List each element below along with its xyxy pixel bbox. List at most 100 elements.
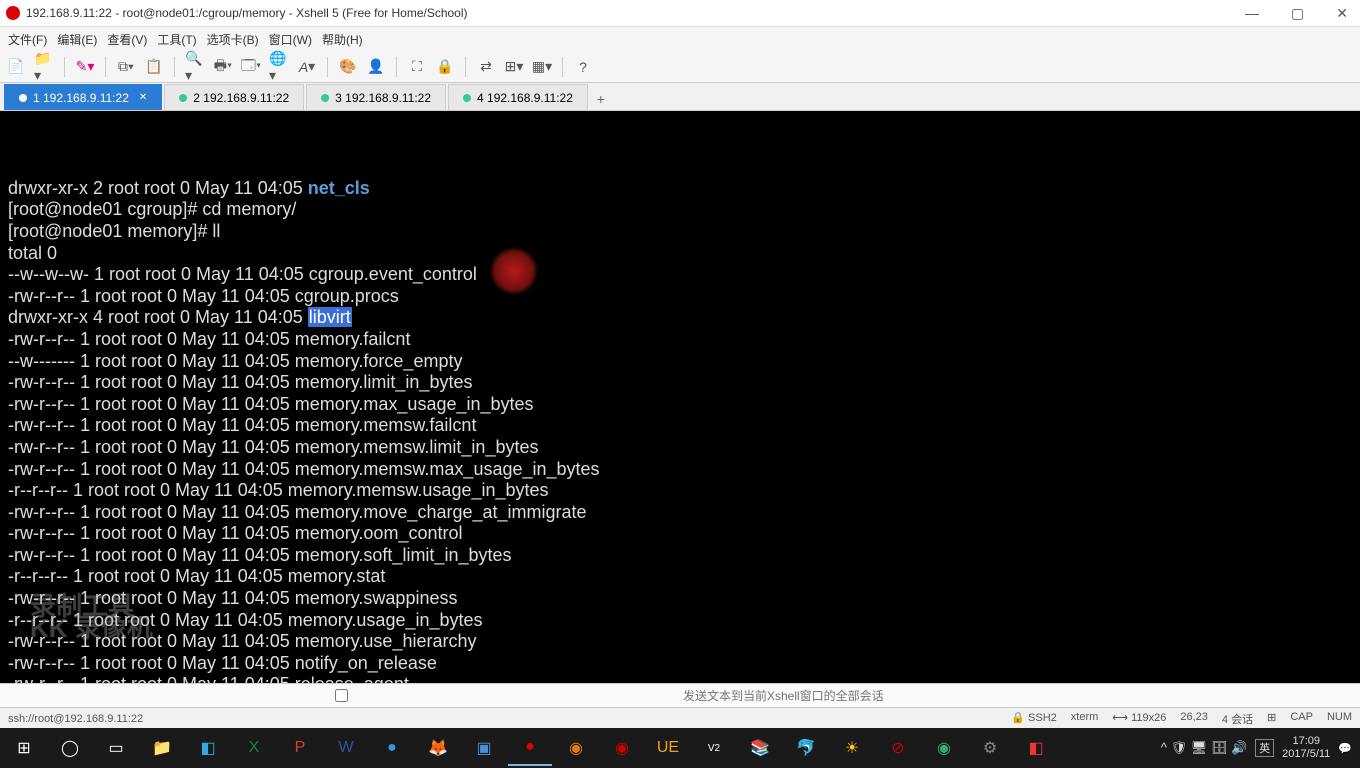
app-icon-1[interactable]: ◧ xyxy=(186,730,230,766)
xshell-taskbar-icon[interactable]: ● xyxy=(508,730,552,766)
terminal-line: -r--r--r-- 1 root root 0 May 11 04:05 me… xyxy=(8,610,1352,632)
broadcast-input[interactable] xyxy=(683,689,1354,703)
terminal-line: -rw-r--r-- 1 root root 0 May 11 04:05 me… xyxy=(8,415,1352,437)
tab-session-1[interactable]: 1 192.168.9.11:22✕ xyxy=(4,84,162,110)
menu-window[interactable]: 窗口(W) xyxy=(265,30,316,49)
status-sessions: 4 会话 xyxy=(1222,711,1253,727)
maximize-button[interactable]: ▢ xyxy=(1285,5,1310,22)
start-button[interactable]: ⊞ xyxy=(2,730,46,766)
tab-session-3[interactable]: 3 192.168.9.11:22 xyxy=(306,84,446,110)
app-icon-10[interactable]: ⚙ xyxy=(968,730,1012,766)
app-icon-3[interactable]: ◉ xyxy=(554,730,598,766)
app-icon-4[interactable]: ◉ xyxy=(600,730,644,766)
globe-icon[interactable]: 🌐▾ xyxy=(269,57,289,77)
terminal-line: -rw-r--r-- 1 root root 0 May 11 04:05 no… xyxy=(8,653,1352,675)
menubar: 文件(F) 编辑(E) 查看(V) 工具(T) 选项卡(B) 窗口(W) 帮助(… xyxy=(0,27,1360,51)
terminal-line: -rw-r--r-- 1 root root 0 May 11 04:05 me… xyxy=(8,329,1352,351)
file-name: memory.use_hierarchy xyxy=(295,631,477,651)
firefox-icon[interactable]: 🦊 xyxy=(416,730,460,766)
terminal-line: -rw-r--r-- 1 root root 0 May 11 04:05 me… xyxy=(8,372,1352,394)
cortana-icon[interactable]: ◯ xyxy=(48,730,92,766)
tray-notifications-icon[interactable]: 💬 xyxy=(1338,742,1352,755)
menu-tools[interactable]: 工具(T) xyxy=(153,30,200,49)
menu-view[interactable]: 查看(V) xyxy=(103,30,151,49)
app-icon-11[interactable]: ◧ xyxy=(1014,730,1058,766)
status-dot-icon xyxy=(463,94,471,102)
excel-icon[interactable]: X xyxy=(232,730,276,766)
minimize-button[interactable]: — xyxy=(1239,5,1265,22)
new-session-icon[interactable]: 📄 xyxy=(6,57,26,77)
reconnect-icon[interactable]: ✎▾ xyxy=(75,57,95,77)
word-icon[interactable]: W xyxy=(324,730,368,766)
fullscreen-icon[interactable]: ⛶ xyxy=(407,57,427,77)
tab-session-4[interactable]: 4 192.168.9.11:22 xyxy=(448,84,588,110)
log-icon[interactable]: ⊞▾ xyxy=(504,57,524,77)
menu-help[interactable]: 帮助(H) xyxy=(318,30,367,49)
tab-label: 2 192.168.9.11:22 xyxy=(193,91,289,105)
file-name: memory.memsw.usage_in_bytes xyxy=(288,480,549,500)
taskview-icon[interactable]: ▭ xyxy=(94,730,138,766)
vnc-icon[interactable]: V2 xyxy=(692,730,736,766)
tray-clock[interactable]: 17:092017/5/11 xyxy=(1282,735,1330,761)
file-name: memory.limit_in_bytes xyxy=(295,372,473,392)
status-bar: ssh://root@192.168.9.11:22 🔒 SSH2 xterm … xyxy=(0,707,1360,729)
file-name: memory.memsw.failcnt xyxy=(295,415,477,435)
file-name: memory.failcnt xyxy=(295,329,411,349)
terminal[interactable]: 录制工具KK 录像机 drwxr-xr-x 2 root root 0 May … xyxy=(0,111,1360,683)
terminal-line: -rw-r--r-- 1 root root 0 May 11 04:05 cg… xyxy=(8,286,1352,308)
file-name: memory.usage_in_bytes xyxy=(288,610,483,630)
print-icon[interactable]: 🖶▾ xyxy=(213,57,233,77)
tab-close-icon[interactable]: ✕ xyxy=(139,92,147,103)
file-name: memory.move_charge_at_immigrate xyxy=(295,502,587,522)
tab-add-button[interactable]: + xyxy=(590,88,612,110)
broadcast-checkbox[interactable] xyxy=(6,689,677,702)
status-host: ssh://root@192.168.9.11:22 xyxy=(8,713,143,725)
terminal-line: -r--r--r-- 1 root root 0 May 11 04:05 me… xyxy=(8,480,1352,502)
open-icon[interactable]: 📁▾ xyxy=(34,57,54,77)
transfer-icon[interactable]: ⇄ xyxy=(476,57,496,77)
paste-icon[interactable]: 📋 xyxy=(144,57,164,77)
app-icon-6[interactable]: 🐬 xyxy=(784,730,828,766)
menu-file[interactable]: 文件(F) xyxy=(4,30,51,49)
file-name: memory.swappiness xyxy=(295,588,458,608)
app-icon-9[interactable]: ◉ xyxy=(922,730,966,766)
file-name: cgroup.event_control xyxy=(309,264,477,284)
app-icon-2[interactable]: ● xyxy=(370,730,414,766)
color-icon[interactable]: 🎨 xyxy=(338,57,358,77)
status-ssh: 🔒 SSH2 xyxy=(1011,711,1057,727)
status-dot-icon xyxy=(19,94,27,102)
tab-session-2[interactable]: 2 192.168.9.11:22 xyxy=(164,84,304,110)
status-dot-icon xyxy=(179,94,187,102)
app-icon-8[interactable]: ⊘ xyxy=(876,730,920,766)
ue-icon[interactable]: UE xyxy=(646,730,690,766)
copy-icon[interactable]: ⧉▾ xyxy=(116,57,136,77)
file-name: notify_on_release xyxy=(295,653,437,673)
status-cursor: 26,23 xyxy=(1180,711,1208,727)
tray-ime[interactable]: 英 xyxy=(1255,739,1274,757)
window-title: 192.168.9.11:22 - root@node01:/cgroup/me… xyxy=(26,6,1239,20)
terminal-line: -rw-r--r-- 1 root root 0 May 11 04:05 re… xyxy=(8,674,1352,683)
explorer-icon[interactable]: 📁 xyxy=(140,730,184,766)
tab-bar: 1 192.168.9.11:22✕ 2 192.168.9.11:22 3 192… xyxy=(0,83,1360,111)
toolbar: 📄 📁▾ ✎▾ ⧉▾ 📋 🔍▾ 🖶▾ 🗔▾ 🌐▾ A▾ 🎨 👤 ⛶ 🔒 ⇄ ⊞▾… xyxy=(0,51,1360,83)
font-icon[interactable]: A▾ xyxy=(297,57,317,77)
file-name: memory.memsw.limit_in_bytes xyxy=(295,437,539,457)
properties-icon[interactable]: 🗔▾ xyxy=(241,57,261,77)
file-name: net_cls xyxy=(308,178,370,198)
user-icon[interactable]: 👤 xyxy=(366,57,386,77)
menu-edit[interactable]: 编辑(E) xyxy=(53,30,101,49)
tray-icons[interactable]: ^ 🛡 🖥 🗄 🔊 xyxy=(1161,740,1247,756)
file-name: memory.oom_control xyxy=(295,523,463,543)
find-icon[interactable]: 🔍▾ xyxy=(185,57,205,77)
close-button[interactable]: ✕ xyxy=(1330,5,1354,22)
file-name: memory.force_empty xyxy=(295,351,463,371)
menu-tab[interactable]: 选项卡(B) xyxy=(203,30,263,49)
powerpoint-icon[interactable]: P xyxy=(278,730,322,766)
app-icon-7[interactable]: ☀ xyxy=(830,730,874,766)
lock-icon[interactable]: 🔒 xyxy=(435,57,455,77)
terminal-line: -rw-r--r-- 1 root root 0 May 11 04:05 me… xyxy=(8,394,1352,416)
vm-icon[interactable]: ▣ xyxy=(462,730,506,766)
layout-icon[interactable]: ▦▾ xyxy=(532,57,552,77)
app-icon-5[interactable]: 📚 xyxy=(738,730,782,766)
help-icon[interactable]: ? xyxy=(573,57,593,77)
